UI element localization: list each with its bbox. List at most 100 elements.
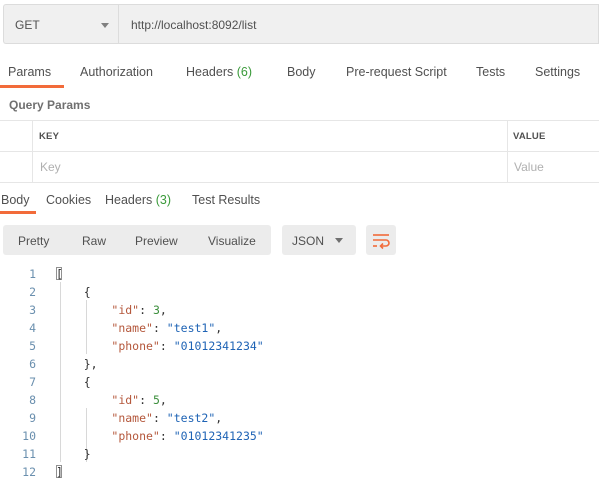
tab-label: Headers <box>186 65 234 79</box>
json-key: "name" <box>111 411 153 425</box>
code-text: { <box>56 285 91 299</box>
code-text: "id": 5, <box>111 393 167 407</box>
active-tab-indicator <box>0 211 36 214</box>
json-key: "id" <box>111 303 140 317</box>
tab-pre-request-script[interactable]: Pre-request Script <box>346 65 447 79</box>
response-toolbar: Pretty Raw Preview Visualize JSON <box>0 224 599 258</box>
line-number: 2 <box>29 285 36 299</box>
key-input[interactable]: Key <box>40 160 61 174</box>
code-line: 9 "name": "test2", <box>0 409 599 427</box>
code-line: 7 { <box>0 373 599 391</box>
line-number: 5 <box>29 339 36 353</box>
raw-button[interactable]: Raw <box>82 234 106 248</box>
tab-label: Headers <box>105 193 153 207</box>
json-number: 5 <box>152 393 160 407</box>
tab-label: Cookies <box>46 193 92 207</box>
line-number: 8 <box>29 393 36 407</box>
code-text: "name": "test1", <box>111 321 223 335</box>
chevron-down-icon <box>101 23 109 28</box>
tab-label: Tests <box>476 65 506 79</box>
tab-test-results[interactable]: Test Results <box>192 193 260 207</box>
tab-headers[interactable]: Headers (6) <box>186 65 252 79</box>
code-line: 4 "name": "test1", <box>0 319 599 337</box>
line-number: 4 <box>29 321 36 335</box>
tab-count: (6) <box>236 65 253 79</box>
tab-params[interactable]: Params <box>8 65 51 79</box>
json-number: 3 <box>152 303 160 317</box>
tab-body[interactable]: Body <box>287 65 316 79</box>
tab-label: Body <box>287 65 316 79</box>
tab-label: Body <box>1 193 30 207</box>
format-label: JSON <box>292 234 325 248</box>
json-key: "phone" <box>111 339 160 353</box>
code-line: 8 "id": 5, <box>0 391 599 409</box>
code-line: 10 "phone": "01012341235" <box>0 427 599 445</box>
code-line: 6 }, <box>0 355 599 373</box>
query-params-table: KEY VALUE Key Value <box>0 120 599 183</box>
tab-settings[interactable]: Settings <box>535 65 580 79</box>
view-mode-group: Pretty Raw Preview Visualize <box>3 225 271 255</box>
code-line: 5 "phone": "01012341234" <box>0 337 599 355</box>
line-number: 7 <box>29 375 36 389</box>
tab-label: Params <box>8 65 52 79</box>
chevron-down-icon <box>335 238 343 243</box>
tab-cookies[interactable]: Cookies <box>46 193 91 207</box>
code-text: { <box>56 375 91 389</box>
json-key: "id" <box>111 393 140 407</box>
tab-response-headers[interactable]: Headers (3) <box>105 193 171 207</box>
json-string: "01012341235" <box>173 429 264 443</box>
tab-tests[interactable]: Tests <box>476 65 505 79</box>
column-header-value: VALUE <box>513 131 546 142</box>
line-number: 3 <box>29 303 36 317</box>
tab-count: (3) <box>155 193 172 207</box>
tab-label: Settings <box>535 65 581 79</box>
method-label: GET <box>15 18 40 32</box>
line-number: 10 <box>22 429 36 443</box>
json-key: "phone" <box>111 429 160 443</box>
format-select[interactable]: JSON <box>282 225 356 255</box>
line-number: 12 <box>22 465 36 479</box>
tab-response-body[interactable]: Body <box>1 193 30 207</box>
code-line: 2 { <box>0 283 599 301</box>
divider <box>0 120 599 121</box>
json-string: "01012341234" <box>173 339 264 353</box>
json-key: "name" <box>111 321 153 335</box>
code-text: "phone": "01012341234" <box>111 339 264 353</box>
tab-label: Test Results <box>192 193 261 207</box>
tab-label: Authorization <box>80 65 153 79</box>
code-line: 1 [ <box>0 265 599 283</box>
pretty-button[interactable]: Pretty <box>18 234 49 248</box>
value-input[interactable]: Value <box>514 160 544 174</box>
response-body-viewer[interactable]: 1 [ 2 { 3 "id": 3, 4 "name": "test1", 5 … <box>0 262 599 489</box>
line-number: 1 <box>29 267 36 281</box>
code-text: } <box>56 447 91 461</box>
tab-authorization[interactable]: Authorization <box>80 65 153 79</box>
divider <box>32 120 33 182</box>
method-select[interactable]: GET <box>3 4 118 44</box>
column-header-key: KEY <box>39 131 60 142</box>
url-input[interactable]: http://localhost:8092/list <box>118 4 599 44</box>
divider <box>0 182 599 183</box>
section-title: Query Params <box>9 98 91 112</box>
active-tab-indicator <box>0 85 64 88</box>
code-line: 3 "id": 3, <box>0 301 599 319</box>
line-number: 6 <box>29 357 36 371</box>
preview-button[interactable]: Preview <box>135 234 178 248</box>
line-number: 11 <box>22 447 36 461</box>
code-text: ] <box>56 465 63 479</box>
wrap-lines-icon <box>373 234 390 250</box>
wrap-lines-button[interactable] <box>366 225 396 255</box>
json-string: "test2" <box>166 411 216 425</box>
code-text: "phone": "01012341235" <box>111 429 264 443</box>
json-string: "test1" <box>166 321 216 335</box>
request-tabs: Params Authorization Headers (6) Body Pr… <box>0 58 599 88</box>
url-text: http://localhost:8092/list <box>131 18 257 32</box>
tab-label: Pre-request Script <box>346 65 447 79</box>
divider <box>0 151 599 152</box>
code-text: "name": "test2", <box>111 411 223 425</box>
divider <box>507 120 508 182</box>
line-number: 9 <box>29 411 36 425</box>
visualize-button[interactable]: Visualize <box>208 234 256 248</box>
code-text: "id": 3, <box>111 303 167 317</box>
code-line: 11 } <box>0 445 599 463</box>
